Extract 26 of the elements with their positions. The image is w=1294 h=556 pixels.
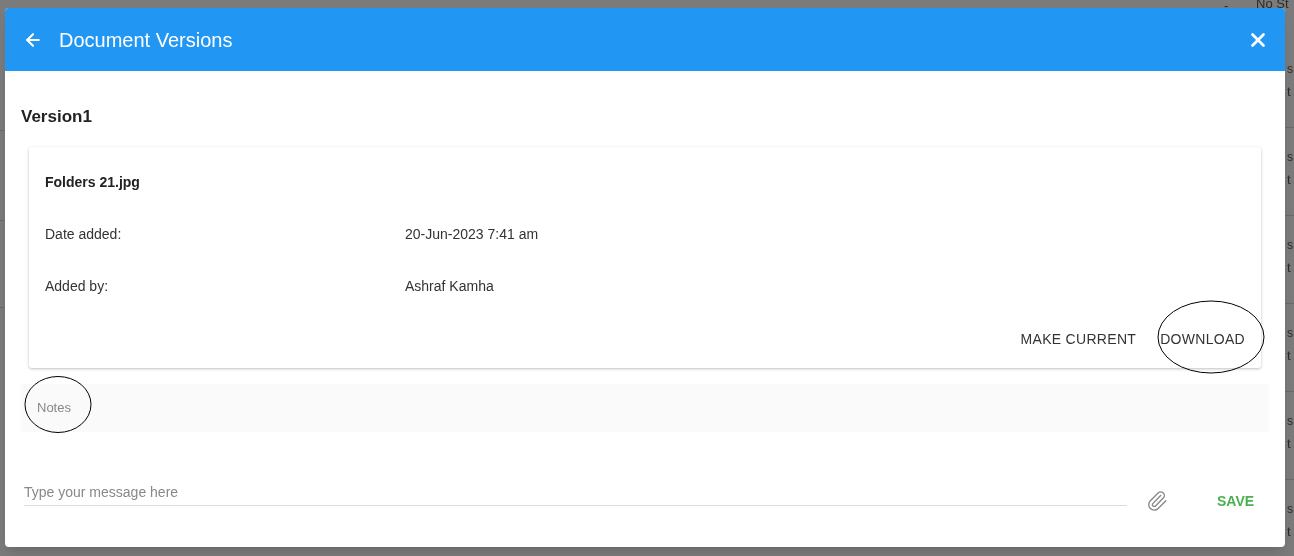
table-cell-text: t (1287, 347, 1292, 365)
action-button[interactable]: DOWNLOAD (1152, 327, 1253, 352)
annotation-ellipse (24, 376, 92, 433)
table-cell-text: - (1224, 0, 1229, 15)
table-cell: s (1287, 326, 1294, 340)
table-cell: s (1287, 62, 1294, 76)
table-cell: s (1287, 502, 1294, 516)
file-name: Folders 21.jpg (45, 172, 141, 192)
field-value: Ashraf Kamha (405, 276, 494, 296)
table-cell-text: t (1287, 171, 1292, 189)
table-cell: s (1287, 238, 1294, 252)
version-heading: Version1 (21, 106, 93, 128)
field-label: Date added: (45, 224, 123, 244)
message-field[interactable]: Type your message here (24, 479, 1127, 506)
table-cell-text: t (1287, 523, 1292, 541)
table-cell-text: t (1287, 83, 1292, 101)
notes-label: Notes (37, 398, 71, 417)
table-cell: s (1287, 414, 1294, 428)
field-value: 20-Jun-2023 7:41 am (405, 224, 539, 244)
table-cell-text: t (1287, 259, 1292, 277)
table-cell: s (1287, 150, 1294, 164)
dialog-title: Document Versions (59, 27, 233, 53)
paperclip-icon[interactable] (1146, 489, 1168, 512)
table-cell-text: t (1287, 435, 1292, 453)
field-label: Added by: (45, 276, 110, 296)
action-button[interactable]: MAKE CURRENT (1012, 327, 1145, 352)
